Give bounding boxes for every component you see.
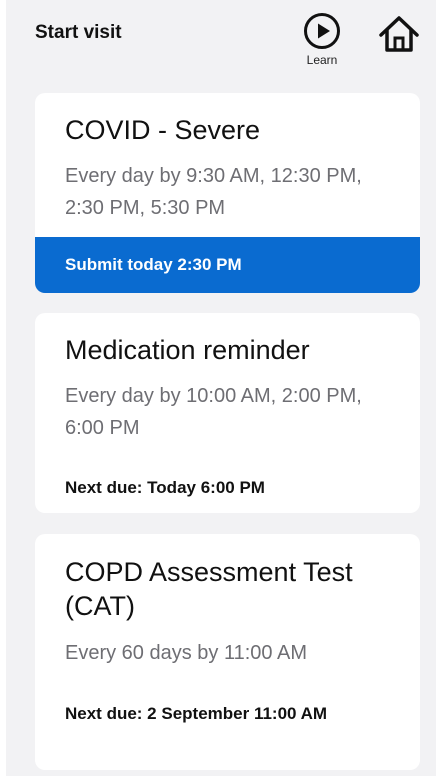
task-card-medication[interactable]: Medication reminder Every day by 10:00 A… bbox=[35, 313, 420, 513]
start-visit-button[interactable]: Start visit bbox=[35, 22, 122, 44]
card-schedule: Every day by 9:30 AM, 12:30 PM, 2:30 PM,… bbox=[65, 165, 362, 219]
home-button[interactable] bbox=[378, 14, 420, 54]
learn-button[interactable]: Learn bbox=[300, 12, 344, 72]
card-schedule: Every 60 days by 11:00 AM bbox=[65, 642, 307, 664]
task-card-covid[interactable]: COVID - Severe Every day by 9:30 AM, 12:… bbox=[35, 93, 420, 293]
card-schedule: Every day by 10:00 AM, 2:00 PM, 6:00 PM bbox=[65, 385, 362, 439]
card-title: COPD Assessment Test (CAT) bbox=[65, 557, 353, 621]
home-icon bbox=[379, 16, 419, 52]
card-next-due: Next due: Today 6:00 PM bbox=[65, 478, 265, 497]
submit-button[interactable]: Submit today 2:30 PM bbox=[35, 237, 420, 293]
card-next-due: Next due: 2 September 11:00 AM bbox=[65, 704, 328, 723]
learn-label: Learn bbox=[306, 53, 338, 67]
task-card-copd[interactable]: COPD Assessment Test (CAT) Every 60 days… bbox=[35, 534, 420, 770]
card-title: Medication reminder bbox=[65, 335, 310, 365]
app-screen: Start visit Learn COVID - Severe Every d… bbox=[6, 0, 436, 776]
header: Start visit Learn bbox=[6, 0, 436, 80]
card-title: COVID - Severe bbox=[65, 115, 261, 145]
play-circle-icon bbox=[304, 13, 340, 49]
